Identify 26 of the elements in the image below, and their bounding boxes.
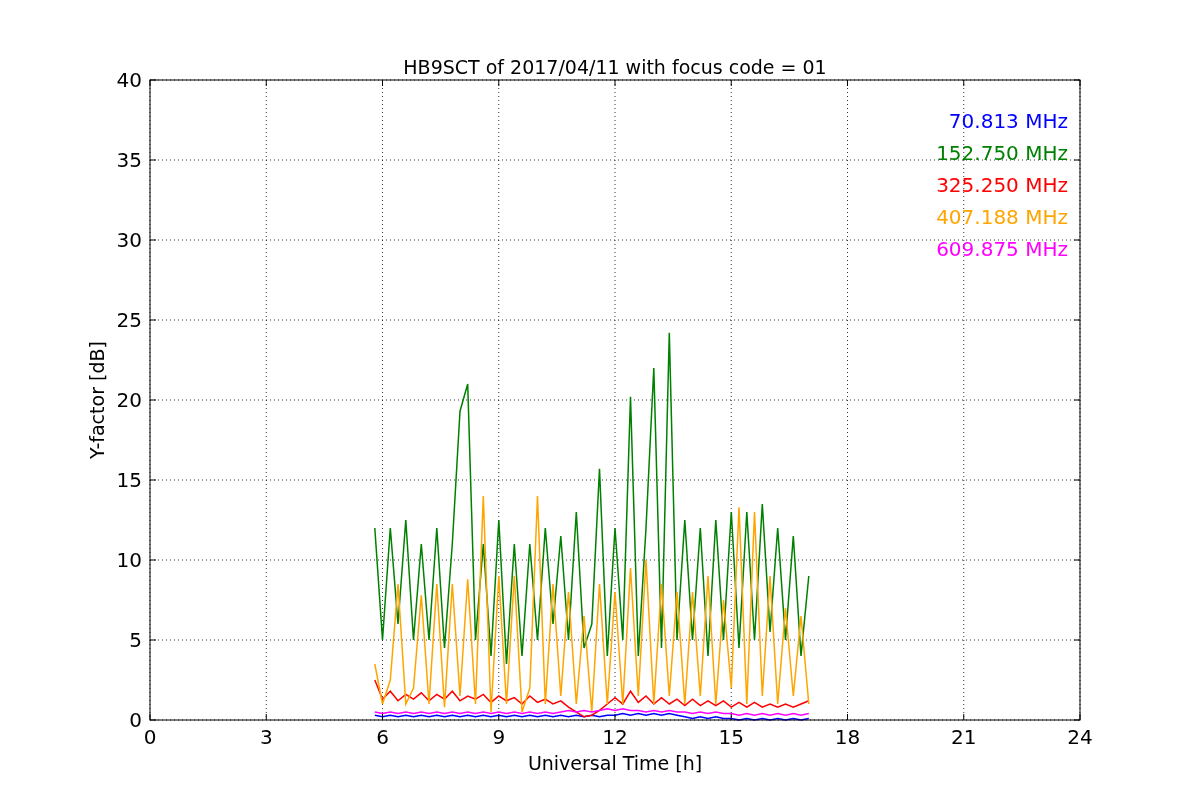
- x-tick-label: 15: [718, 725, 744, 749]
- y-tick-label: 35: [116, 148, 142, 172]
- x-tick-label: 21: [951, 725, 977, 749]
- x-tick-label: 3: [259, 725, 273, 749]
- x-tick-label: 24: [1067, 725, 1093, 749]
- y-axis-label: Y-factor [dB]: [86, 341, 108, 459]
- x-tick-label: 6: [376, 725, 389, 749]
- y-tick-label: 30: [116, 228, 142, 252]
- x-axis-label: Universal Time [h]: [527, 752, 703, 774]
- legend-label: 609.875 MHz: [936, 237, 1068, 261]
- legend-label: 70.813 MHz: [948, 109, 1068, 133]
- legend-label: 325.250 MHz: [936, 173, 1068, 197]
- x-tick-label: 12: [602, 725, 628, 749]
- y-tick-label: 25: [116, 308, 142, 332]
- y-tick-label: 10: [116, 548, 142, 572]
- y-tick-label: 20: [116, 388, 142, 412]
- y-tick-label: 40: [116, 68, 142, 92]
- x-tick-label: 18: [834, 725, 861, 749]
- x-tick-label: 9: [492, 725, 506, 749]
- y-tick-label: 15: [116, 468, 142, 492]
- legend-label: 407.188 MHz: [936, 205, 1068, 229]
- y-tick-label: 0: [129, 708, 142, 732]
- chart-title: HB9SCT of 2017/04/11 with focus code = 01: [403, 56, 827, 78]
- y-tick-label: 5: [129, 628, 142, 652]
- x-tick-label: 0: [143, 725, 157, 749]
- legend-label: 152.750 MHz: [936, 141, 1068, 165]
